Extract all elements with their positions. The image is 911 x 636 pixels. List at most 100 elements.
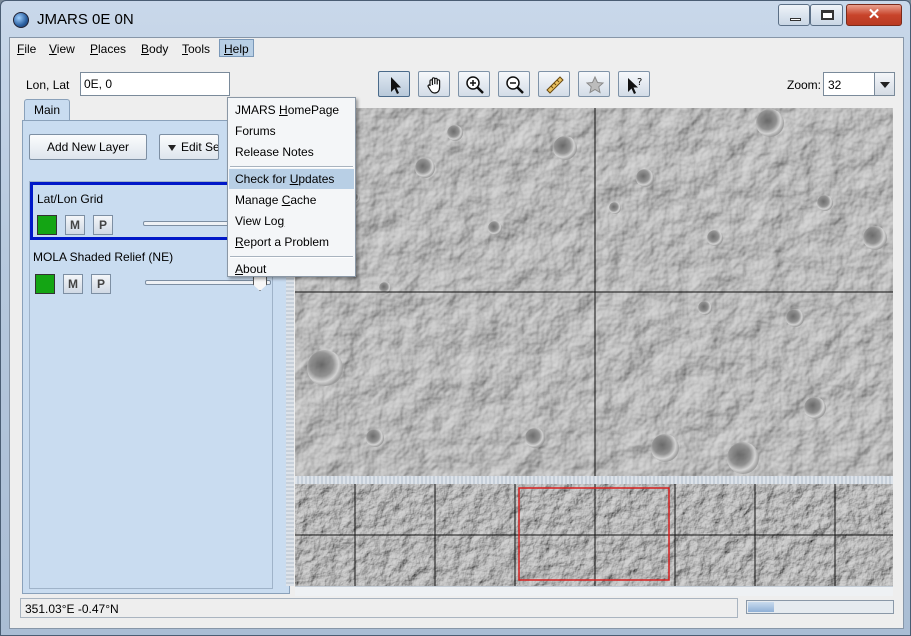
jmars-app-icon [13, 12, 29, 28]
pointer-help-button[interactable]: ? [618, 71, 650, 97]
layer-m-button[interactable]: M [63, 274, 83, 294]
zoom-out-icon [506, 76, 524, 94]
jmars-window: JMARS 0E 0N ✕ File View Places Body Tool… [0, 0, 911, 636]
menu-separator [230, 166, 353, 168]
client-area: File View Places Body Tools Help Lon, La… [9, 37, 904, 629]
layer-color-swatch[interactable] [37, 215, 57, 235]
horizontal-splitter[interactable] [295, 476, 893, 484]
menu-view[interactable]: View [45, 40, 79, 58]
status-coordinates: 351.03°E -0.47°N [20, 598, 738, 618]
menu-mnemonic: H [224, 42, 233, 56]
close-button[interactable]: ✕ [846, 4, 902, 26]
menu-separator [230, 256, 353, 258]
overview-terrain [295, 484, 893, 586]
help-menu-item[interactable]: Release Notes [229, 142, 354, 162]
zoom-in-button[interactable] [458, 71, 490, 97]
menu-label: ools [188, 42, 211, 56]
investigate-icon [585, 75, 605, 94]
progress-fill [748, 602, 775, 612]
zoom-value: 32 [828, 78, 842, 92]
crater [415, 158, 435, 178]
menu-mnemonic: P [90, 42, 99, 56]
menu-label: ody [149, 42, 169, 56]
crater [609, 202, 621, 214]
help-menu-item[interactable]: View Log [229, 211, 354, 231]
crater [488, 221, 502, 235]
help-menu-dropdown: JMARS HomePage Forums Release Notes Check f… [227, 97, 356, 277]
add-new-layer-button[interactable]: Add New Layer [29, 134, 147, 160]
investigate-tool-button[interactable] [578, 71, 610, 97]
help-menu-item[interactable]: Manage Cache [229, 190, 354, 210]
zoom-select[interactable]: 32 [823, 72, 895, 96]
menu-label: elp [232, 42, 249, 56]
help-menu-item[interactable]: Check for Updates [229, 169, 354, 189]
crater [698, 301, 712, 315]
zoom-label: Zoom: [787, 78, 822, 92]
help-menu-item[interactable]: JMARS HomePage [229, 100, 354, 120]
edit-button-label: Edit Se [181, 140, 219, 154]
layer-p-button[interactable]: P [93, 215, 113, 235]
window-title: JMARS 0E 0N [37, 11, 134, 28]
lonlat-input[interactable] [80, 72, 230, 96]
layer-opacity-slider[interactable] [145, 280, 271, 285]
pointer-help-icon: ? [628, 77, 642, 94]
zoom-in-icon [466, 76, 484, 94]
menu-places[interactable]: Places [86, 40, 130, 58]
crater [756, 109, 784, 137]
crater [651, 434, 679, 462]
menu-mnemonic: V [49, 42, 57, 56]
measure-tool-button[interactable] [538, 71, 570, 97]
pan-hand-icon [427, 77, 441, 94]
mars-terrain-map [295, 108, 893, 476]
crater [553, 136, 577, 160]
ruler-icon [546, 76, 564, 94]
crater [863, 226, 887, 250]
help-menu-item[interactable]: About [229, 259, 354, 279]
menu-label: laces [98, 42, 127, 56]
help-menu-item[interactable]: Report a Problem [229, 232, 354, 252]
minimize-button[interactable] [778, 4, 810, 26]
horizontal-scrollbar[interactable] [295, 586, 893, 596]
edit-session-button[interactable]: Edit Se [159, 134, 219, 160]
maximize-icon [821, 10, 834, 20]
select-tool-button[interactable] [378, 71, 410, 97]
svg-text:?: ? [637, 77, 642, 88]
crater [636, 169, 654, 187]
crater [786, 309, 804, 327]
layer-name: MOLA Shaded Relief (NE) [33, 250, 174, 264]
crater [366, 429, 384, 447]
close-icon: ✕ [867, 6, 881, 23]
menu-tools[interactable]: Tools [178, 40, 214, 58]
crater [525, 428, 545, 448]
crater [727, 442, 759, 474]
progress-bar [746, 600, 894, 614]
main-map-view[interactable] [295, 108, 893, 476]
zoom-out-button[interactable] [498, 71, 530, 97]
layer-name: Lat/Lon Grid [37, 192, 104, 206]
crater [804, 397, 826, 419]
menu-help[interactable]: Help [219, 39, 254, 57]
overview-map[interactable] [295, 484, 893, 586]
crater [307, 350, 343, 386]
minimize-icon [790, 18, 801, 21]
pan-tool-button[interactable] [418, 71, 450, 97]
menu-label: iew [56, 42, 75, 56]
lonlat-label: Lon, Lat [26, 78, 70, 92]
chevron-down-icon[interactable] [874, 73, 894, 95]
tab-main[interactable]: Main [24, 99, 70, 121]
title-bar[interactable]: JMARS 0E 0N ✕ [1, 1, 910, 37]
menu-bar: File View Places Body Tools Help [10, 38, 903, 60]
crater [707, 230, 723, 246]
layer-m-button[interactable]: M [65, 215, 85, 235]
menu-label: ile [24, 42, 37, 56]
help-menu-item[interactable]: Forums [229, 121, 354, 141]
menu-mnemonic: B [141, 42, 150, 56]
menu-file[interactable]: File [13, 40, 40, 58]
menu-body[interactable]: Body [137, 40, 172, 58]
select-arrow-icon [391, 77, 401, 94]
layer-color-swatch[interactable] [35, 274, 55, 294]
maximize-button[interactable] [810, 4, 843, 26]
layer-p-button[interactable]: P [91, 274, 111, 294]
dropdown-arrow-icon [168, 144, 176, 151]
crater [817, 195, 833, 211]
